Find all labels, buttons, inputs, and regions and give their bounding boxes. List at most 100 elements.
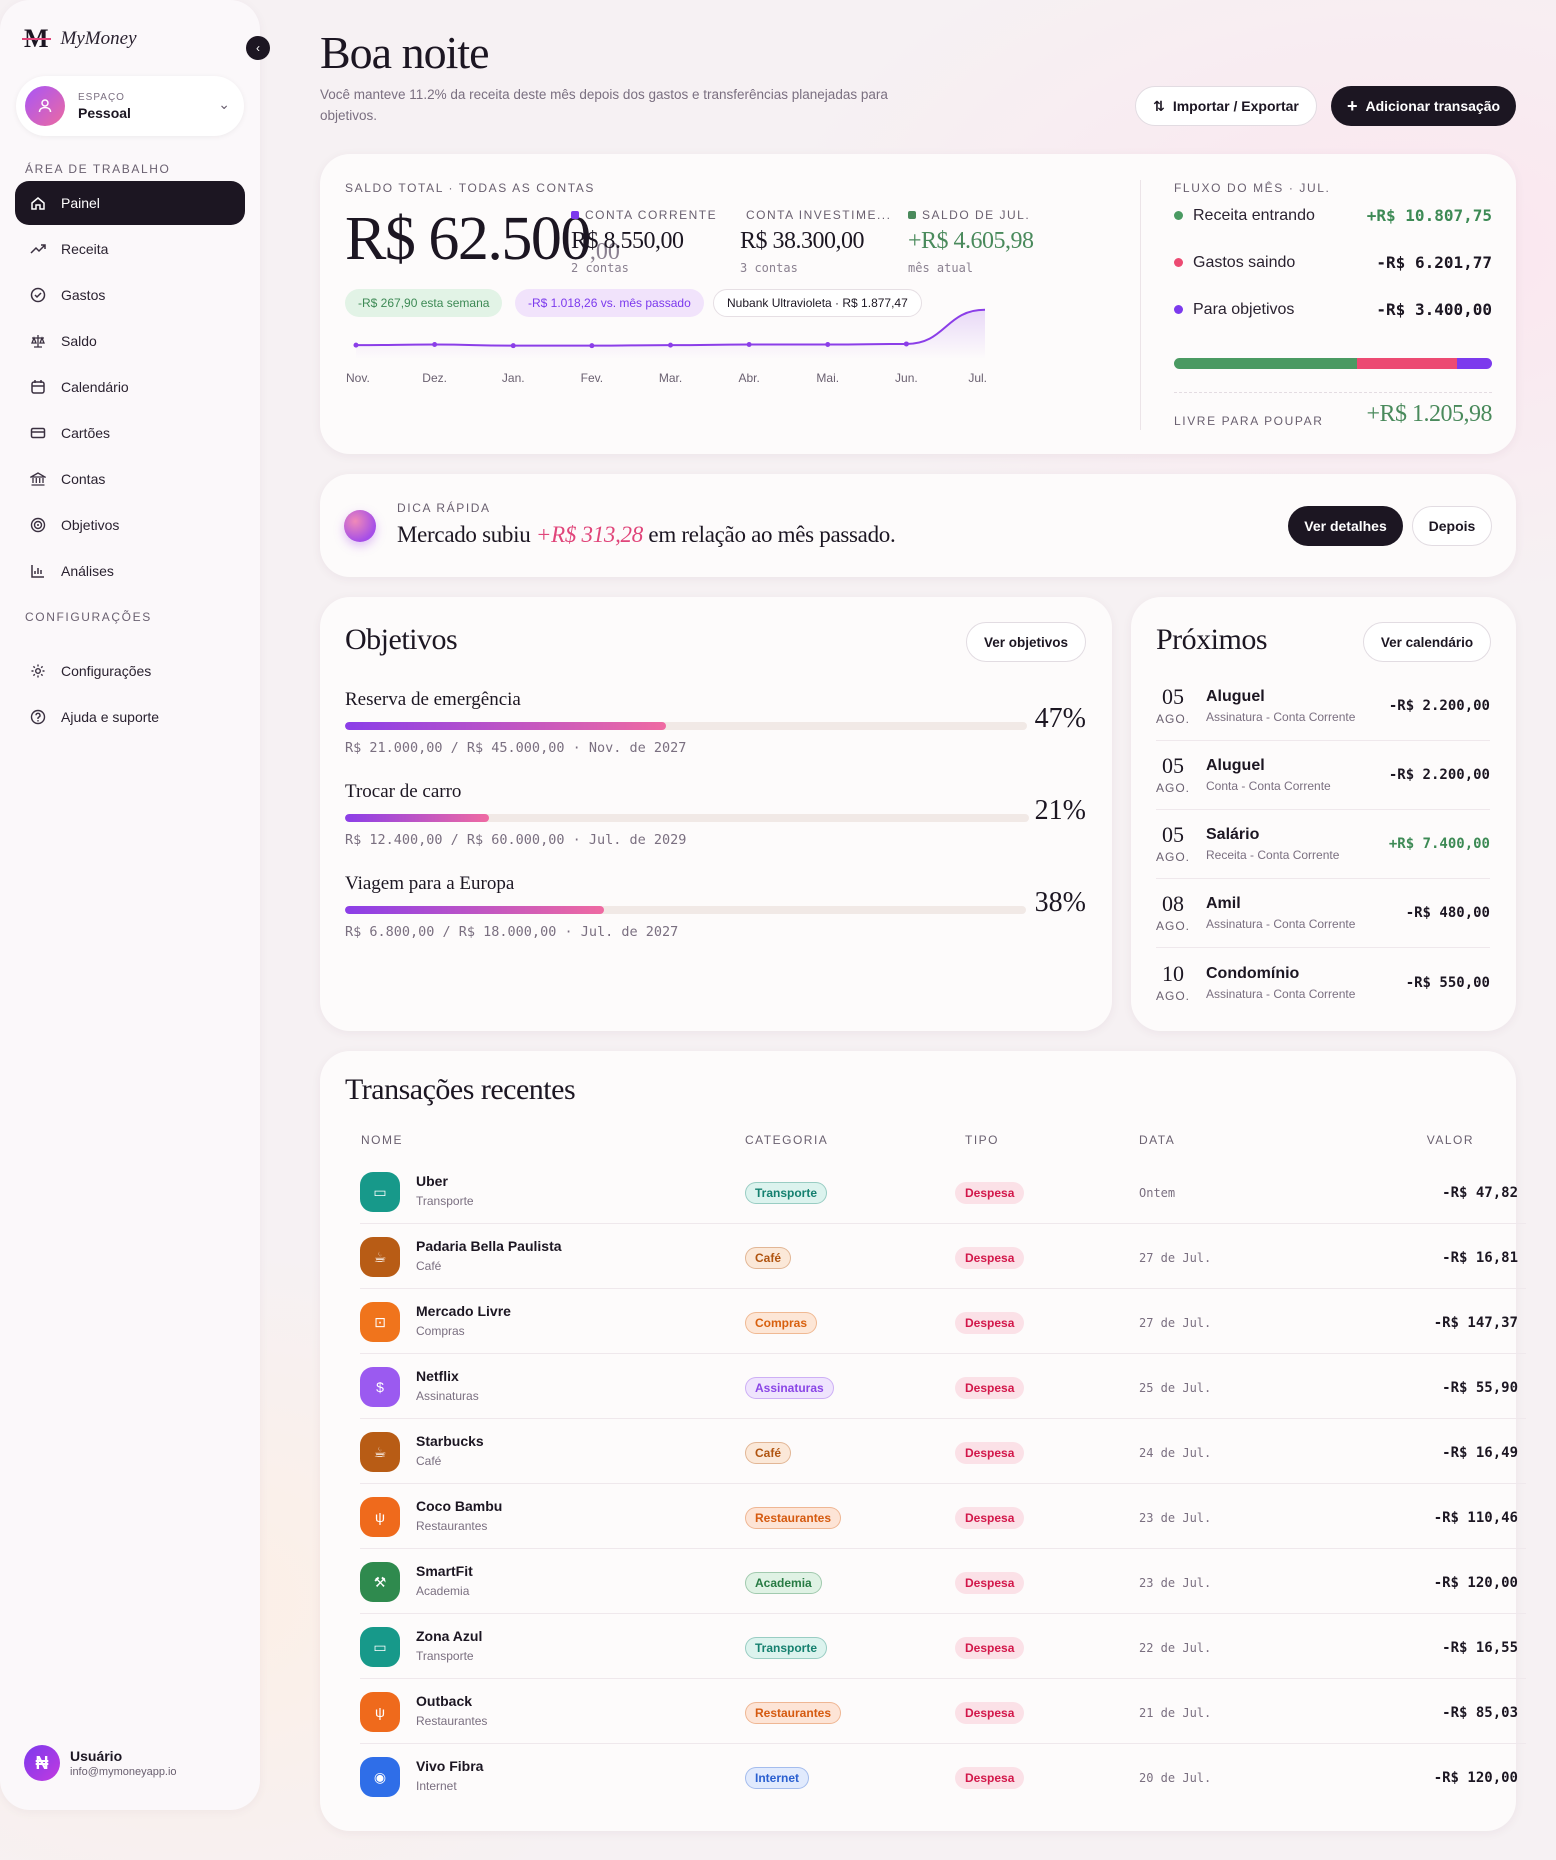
transaction-date: 21 de Jul.	[1139, 1706, 1212, 1720]
quick-tip-card: DICA RÁPIDA Mercado subiu +R$ 313,28 em …	[320, 474, 1516, 577]
help-icon	[29, 709, 47, 725]
import-export-button[interactable]: ⇅ Importar / Exportar	[1135, 86, 1317, 126]
user-profile[interactable]: ₦ Usuário info@mymoneyapp.io	[16, 1738, 244, 1788]
column-header-category[interactable]: CATEGORIA	[745, 1133, 828, 1147]
column-header-value[interactable]: VALOR	[1427, 1133, 1474, 1147]
upcoming-month: AGO.	[1156, 712, 1191, 726]
upcoming-month: AGO.	[1156, 781, 1191, 795]
upcoming-item[interactable]: 10 AGO. Condomínio Assinatura - Conta Corre…	[1156, 948, 1490, 1017]
sidebar-item-receita[interactable]: Receita	[15, 227, 245, 271]
upcoming-item[interactable]: 05 AGO. Aluguel Conta - Conta Corrente -R$ 2…	[1156, 741, 1490, 810]
table-row[interactable]: $ Netflix Assinaturas Assinaturas Despesa 25 …	[360, 1354, 1526, 1419]
upcoming-date: 05 AGO.	[1156, 824, 1190, 865]
upcoming-date: 05 AGO.	[1156, 753, 1191, 796]
table-row[interactable]: ψ Coco Bambu Restaurantes Restaurantes Despe…	[360, 1484, 1526, 1549]
flow-bar-segment	[1356, 358, 1457, 369]
workspace-switcher[interactable]: ESPAÇO Pessoal ⌄	[16, 76, 244, 136]
table-row[interactable]: ψ Outback Restaurantes Restaurantes Despesa 2…	[360, 1679, 1526, 1744]
upcoming-sub: Conta - Conta Corrente	[1206, 779, 1331, 793]
column-header-date[interactable]: DATA	[1139, 1133, 1175, 1147]
chart-point[interactable]	[668, 342, 673, 348]
chart-series-line	[355, 308, 986, 347]
table-row[interactable]: ▭ Zona Azul Transporte Transporte Despesa 22 …	[360, 1614, 1526, 1679]
transaction-sub: Restaurantes	[416, 1519, 488, 1533]
category-badge[interactable]: Restaurantes	[745, 1507, 842, 1529]
flow-bar-segment	[1174, 358, 1357, 369]
transaction-value: -R$ 85,03	[1442, 1705, 1518, 1721]
goal-meta: R$ 6.800,00 / R$ 18.000,00 · Jul. de 202…	[345, 924, 679, 940]
chart-point[interactable]	[746, 342, 752, 348]
upcoming-item[interactable]: 08 AGO. Amil Assinatura - Conta Corrente -R$…	[1156, 879, 1490, 948]
tip-text: Mercado subiu +R$ 313,28 em relação ao m…	[397, 522, 896, 548]
workspace-avatar	[25, 86, 65, 126]
chart-point[interactable]	[589, 343, 595, 349]
category-badge[interactable]: Academia	[745, 1572, 822, 1594]
view-calendar-button[interactable]: Ver calendário	[1363, 622, 1491, 662]
transaction-name: Starbucks	[416, 1433, 484, 1449]
goal-progress-fill	[345, 722, 666, 730]
category-badge[interactable]: Compras	[745, 1312, 818, 1334]
table-row[interactable]: ⚒ SmartFit Academia Academia Despesa 23 de Ju…	[360, 1549, 1526, 1614]
sidebar-item-contas[interactable]: Contas	[15, 457, 245, 501]
category-badge[interactable]: Transporte	[745, 1182, 828, 1204]
add-transaction-label: Adicionar transação	[1365, 98, 1501, 114]
category-badge[interactable]: Internet	[745, 1767, 810, 1789]
bus-icon: ▭	[360, 1627, 400, 1667]
chart-point[interactable]	[903, 341, 909, 347]
category-badge[interactable]: Restaurantes	[745, 1702, 842, 1724]
upcoming-day: 08	[1162, 891, 1184, 916]
chart-x-tick-label: Abr.	[738, 371, 759, 385]
sidebar-item-configuracoes[interactable]: Configurações	[15, 649, 245, 693]
sidebar-item-calendario[interactable]: Calendário	[15, 365, 245, 409]
category-badge[interactable]: Café	[745, 1442, 792, 1464]
scale-icon	[29, 333, 47, 349]
chart-point[interactable]	[432, 342, 438, 348]
table-row[interactable]: ☕ Padaria Bella Paulista Café Café Despesa 27…	[360, 1224, 1526, 1289]
sidebar-item-cartoes[interactable]: Cartões	[15, 411, 245, 455]
coffee-icon: ☕	[360, 1432, 400, 1472]
gear-icon	[29, 663, 47, 679]
upcoming-day: 05	[1162, 753, 1184, 778]
transaction-date: 23 de Jul.	[1139, 1576, 1212, 1590]
column-header-type[interactable]: TIPO	[965, 1133, 999, 1147]
sidebar-item-analises[interactable]: Análises	[15, 549, 245, 593]
table-row[interactable]: ◉ Vivo Fibra Internet Internet Despesa 20 de …	[360, 1744, 1526, 1809]
category-badge[interactable]: Assinaturas	[745, 1377, 834, 1399]
goal-progress-fill	[345, 814, 489, 822]
upcoming-item[interactable]: 05 AGO. Aluguel Assinatura - Conta Corrente…	[1156, 672, 1490, 741]
goal-percent: 21%	[1034, 795, 1086, 826]
sidebar-item-gastos[interactable]: Gastos	[15, 273, 245, 317]
goal-percent: 47%	[1034, 703, 1086, 734]
upcoming-day: 05	[1162, 684, 1184, 709]
category-badge[interactable]: Transporte	[745, 1637, 828, 1659]
upcoming-item[interactable]: 05 AGO. Salário Receita - Conta Corrente +R$…	[1156, 810, 1490, 879]
table-row[interactable]: ▭ Uber Transporte Transporte Despesa Ontem -R$…	[360, 1159, 1526, 1224]
view-details-button[interactable]: Ver detalhes	[1288, 506, 1403, 546]
transaction-icon-glyph: ⊡	[374, 1313, 386, 1330]
bus-icon: ▭	[360, 1172, 400, 1212]
table-row[interactable]: ⊡ Mercado Livre Compras Compras Despesa 27 de…	[360, 1289, 1526, 1354]
workspace-value: Pessoal	[78, 104, 131, 121]
table-row[interactable]: ☕ Starbucks Café Café Despesa 24 de Jul. -R$ 1…	[360, 1419, 1526, 1484]
upcoming-name: Salário	[1206, 826, 1260, 843]
collapse-sidebar-button[interactable]: ‹	[246, 36, 270, 60]
trending-up-icon	[29, 241, 47, 257]
chart-point[interactable]	[510, 343, 516, 349]
sidebar-item-objetivos[interactable]: Objetivos	[15, 503, 245, 547]
sidebar-item-saldo[interactable]: Saldo	[15, 319, 245, 363]
sidebar-item-painel[interactable]: Painel	[15, 181, 245, 225]
later-button[interactable]: Depois	[1412, 506, 1492, 546]
view-goals-button[interactable]: Ver objetivos	[966, 622, 1086, 662]
transaction-value: -R$ 16,81	[1442, 1250, 1518, 1266]
chart-point[interactable]	[825, 342, 831, 348]
upcoming-sub: Receita - Conta Corrente	[1206, 848, 1340, 862]
shopping-bag-icon: ⊡	[360, 1302, 400, 1342]
category-badge[interactable]: Café	[745, 1247, 792, 1269]
column-header-name[interactable]: NOME	[361, 1133, 403, 1147]
user-email: info@mymoneyapp.io	[70, 1766, 177, 1778]
utensils-icon: ψ	[360, 1497, 400, 1537]
chart-point[interactable]	[353, 342, 359, 348]
add-transaction-button[interactable]: + Adicionar transação	[1331, 86, 1516, 126]
sidebar-item-ajuda-e-suporte[interactable]: Ajuda e suporte	[15, 695, 245, 739]
app-logo[interactable]: M MyMoney	[22, 24, 137, 54]
